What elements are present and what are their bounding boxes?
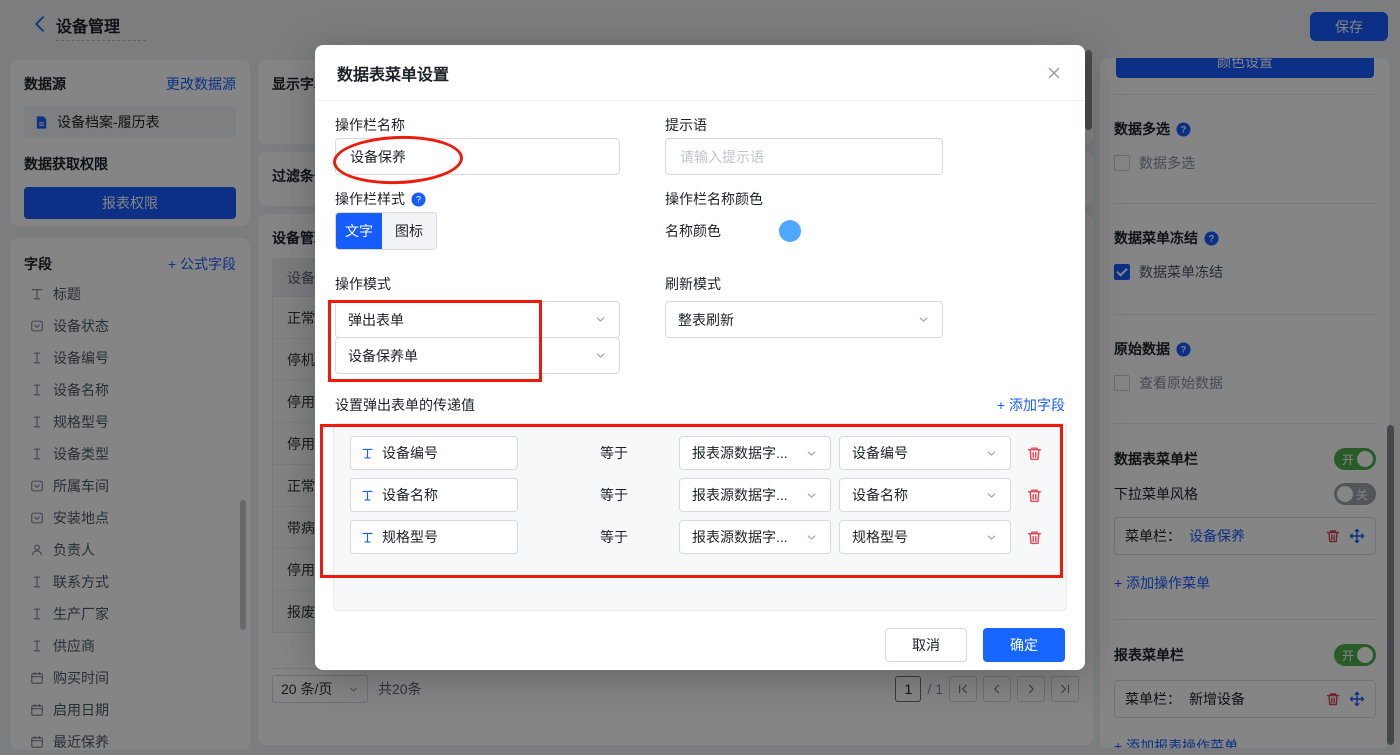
target-field-value: 设备名称 — [852, 487, 908, 503]
delete-row-icon[interactable] — [1026, 445, 1043, 462]
add-field-link[interactable]: + 添加字段 — [997, 395, 1065, 415]
help-icon[interactable]: ? — [411, 191, 426, 207]
tip-input-wrap — [665, 138, 943, 175]
source-type-select[interactable]: 报表源数据字... — [679, 478, 831, 512]
pass-value-row: 规格型号 等于 报表源数据字... 规格型号 — [350, 520, 1050, 554]
name-color-label: 名称颜色 — [665, 223, 721, 239]
target-field-value: 设备编号 — [852, 445, 908, 461]
delete-row-icon[interactable] — [1026, 529, 1043, 546]
action-mode-select[interactable]: 弹出表单 — [335, 301, 620, 338]
pass-field-value: 设备名称 — [382, 487, 438, 503]
text-field-icon — [361, 489, 374, 502]
action-name-input-wrap — [335, 138, 620, 175]
refresh-mode-label: 刷新模式 — [665, 276, 721, 292]
action-style-label: 操作栏样式 — [335, 191, 405, 207]
target-field-select[interactable]: 规格型号 — [839, 520, 1011, 554]
pass-value-row: 设备名称 等于 报表源数据字... 设备名称 — [350, 478, 1050, 512]
tab-text-style[interactable]: 文字 — [336, 213, 382, 249]
tip-label: 提示语 — [665, 117, 707, 133]
target-field-select[interactable]: 设备编号 — [839, 436, 1011, 470]
cancel-button[interactable]: 取消 — [885, 628, 967, 662]
pass-field-input[interactable]: 设备编号 — [350, 436, 518, 470]
pass-values-panel: 设备编号 等于 报表源数据字... 设备编号 设备名称 等于 报表源数据字...… — [333, 423, 1067, 611]
chevron-down-icon — [917, 313, 930, 326]
action-name-input[interactable] — [348, 147, 607, 166]
action-mode-label: 操作模式 — [335, 276, 391, 292]
chevron-down-icon — [805, 531, 818, 544]
pass-field-input[interactable]: 规格型号 — [350, 520, 518, 554]
confirm-button[interactable]: 确定 — [983, 628, 1065, 662]
action-name-color-label: 操作栏名称颜色 — [665, 191, 763, 207]
chevron-down-icon — [985, 447, 998, 460]
modal-title: 数据表菜单设置 — [337, 66, 450, 84]
chevron-down-icon — [594, 349, 607, 362]
source-type-value: 报表源数据字... — [692, 529, 788, 545]
name-color-swatch[interactable] — [779, 220, 801, 242]
equals-label: 等于 — [600, 445, 628, 461]
refresh-mode-value: 整表刷新 — [678, 311, 734, 328]
tip-input[interactable] — [678, 147, 930, 166]
pass-field-value: 设备编号 — [382, 445, 438, 461]
action-name-label: 操作栏名称 — [335, 117, 405, 133]
source-type-select[interactable]: 报表源数据字... — [679, 520, 831, 554]
pass-field-value: 规格型号 — [382, 529, 438, 545]
text-field-icon — [361, 447, 374, 460]
action-mode-value: 弹出表单 — [348, 311, 404, 328]
chevron-down-icon — [985, 489, 998, 502]
chevron-down-icon — [985, 531, 998, 544]
pass-value-row: 设备编号 等于 报表源数据字... 设备编号 — [350, 436, 1050, 470]
svg-text:?: ? — [416, 194, 421, 204]
target-field-select[interactable]: 设备名称 — [839, 478, 1011, 512]
pass-field-input[interactable]: 设备名称 — [350, 478, 518, 512]
table-menu-settings-modal: 数据表菜单设置 操作栏名称 提示语 操作栏样式 ? 文字 图标 操作栏名称颜色 … — [315, 45, 1085, 670]
refresh-mode-select[interactable]: 整表刷新 — [665, 301, 943, 338]
equals-label: 等于 — [600, 529, 628, 545]
chevron-down-icon — [805, 489, 818, 502]
delete-row-icon[interactable] — [1026, 487, 1043, 504]
pass-values-title: 设置弹出表单的传递值 — [335, 397, 475, 413]
source-type-select[interactable]: 报表源数据字... — [679, 436, 831, 470]
chevron-down-icon — [805, 447, 818, 460]
target-field-value: 规格型号 — [852, 529, 908, 545]
tab-icon-style[interactable]: 图标 — [382, 213, 436, 249]
equals-label: 等于 — [600, 487, 628, 503]
source-type-value: 报表源数据字... — [692, 445, 788, 461]
chevron-down-icon — [594, 313, 607, 326]
close-icon[interactable] — [1045, 64, 1063, 82]
text-field-icon — [361, 531, 374, 544]
source-type-value: 报表源数据字... — [692, 487, 788, 503]
popup-form-select[interactable]: 设备保养单 — [335, 337, 620, 374]
action-style-tabs: 文字 图标 — [335, 212, 437, 250]
popup-form-value: 设备保养单 — [348, 347, 418, 364]
